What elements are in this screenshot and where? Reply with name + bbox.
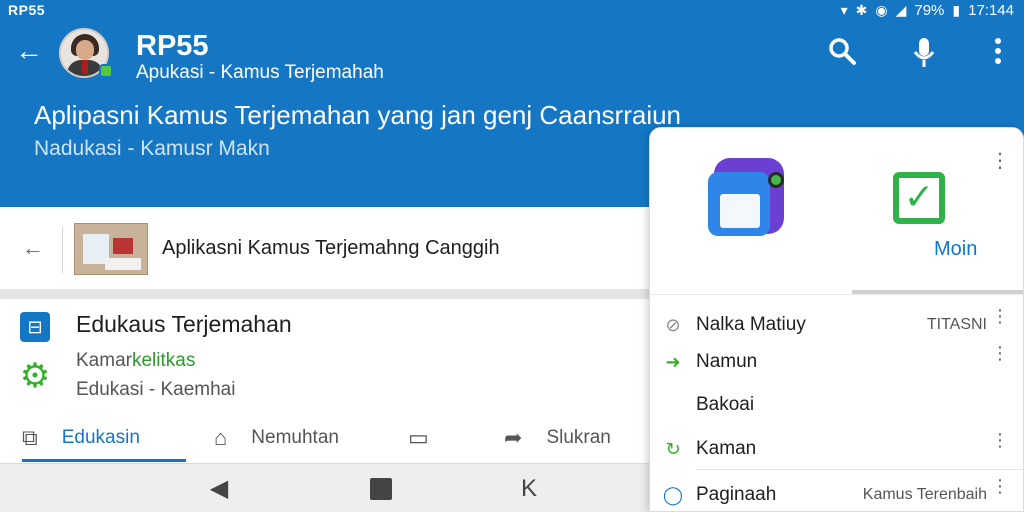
panel-row-value: Kamus Terenbaih	[862, 486, 987, 503]
panel-row[interactable]: ➜ Namun ⋮	[650, 343, 1023, 381]
arrow-icon: ➜	[665, 352, 681, 372]
back-arrow-icon[interactable]: ←	[12, 36, 46, 70]
panel-row-label: Bakoai	[696, 394, 755, 415]
list-line-1a: Kamar	[76, 350, 132, 371]
panel-row-value: TITASNI	[926, 316, 987, 333]
more-vert-icon[interactable]: ⋮	[991, 431, 1009, 449]
image-icon: ⧉	[22, 425, 38, 450]
tab-label: Nemuhtan	[251, 427, 339, 448]
panel-divider-line	[650, 294, 1023, 295]
check-app-icon[interactable]: ✓	[893, 172, 945, 224]
tab-nemuhtan[interactable]: ⌂ Nemuhtan	[214, 414, 339, 462]
list-line-1: Kamarkelitkas	[76, 350, 195, 372]
app-screen: RP55 ▾ ✱ ◉ ◢ 79% ▮ 17:144 ← RP55 Apukasi…	[0, 0, 1024, 512]
mail-app-icon[interactable]	[706, 158, 786, 242]
search-icon: ⊘	[665, 315, 681, 335]
microphone-icon[interactable]	[906, 36, 942, 72]
home-icon: ⌂	[214, 425, 228, 450]
tab-label: Edukasin	[61, 427, 140, 448]
wifi-icon: ▾	[840, 2, 848, 18]
list-title: Edukaus Terjemahan	[76, 311, 292, 337]
tab-bar: ⧉ Edukasin ⌂ Nemuhtan ▭ ➦ Slukran	[0, 414, 650, 462]
panel-row[interactable]: ↻ Kaman ⋮	[650, 430, 1023, 468]
header-headline: Aplipasni Kamus Terjemahan yang jan genj…	[34, 100, 682, 130]
bluetooth-icon: ✱	[855, 2, 868, 18]
panel-row[interactable]: Bakoai	[650, 386, 1023, 424]
search-icon[interactable]	[824, 36, 860, 72]
app-label: Moin	[934, 238, 978, 260]
section-divider	[0, 289, 650, 299]
divider	[696, 469, 1023, 470]
panel-row[interactable]: ⊘ Nalka Matiuy TITASNI ⋮	[650, 306, 1023, 344]
page-title: RP55	[136, 30, 209, 62]
panel-row-label: Nalka Matiuy	[696, 314, 806, 335]
panel-row[interactable]: ◯ Paginaah Kamus Terenbaih ⋮	[650, 476, 1023, 512]
online-status-icon	[99, 64, 113, 78]
panel-apps: ✓ Moin ⋮	[650, 128, 1023, 288]
comment-icon: ▭	[408, 425, 429, 450]
status-icons: ▾ ✱ ◉ ◢ 79% ▮ 17:144	[841, 2, 1014, 19]
panel-row-label: Kaman	[696, 438, 757, 459]
more-vert-icon[interactable]	[980, 36, 1016, 72]
more-vert-icon[interactable]: ⋮	[990, 151, 1010, 171]
back-arrow-icon[interactable]: ←	[22, 235, 44, 261]
tab-label: Slukran	[546, 427, 611, 448]
nav-recents-icon[interactable]: K	[514, 474, 544, 504]
tab-slukran[interactable]: ➦ Slukran	[504, 414, 611, 462]
panel-row-label: Paginaah	[696, 484, 777, 505]
list-line-1b: kelitkas	[131, 350, 196, 371]
divider	[62, 227, 63, 273]
nav-home-icon[interactable]	[370, 478, 392, 500]
status-bar: RP55 ▾ ✱ ◉ ◢ 79% ▮ 17:144	[0, 0, 1024, 22]
gear-icon[interactable]: ⚙	[18, 359, 52, 393]
more-vert-icon[interactable]: ⋮	[991, 477, 1009, 495]
header-subline: Nadukasi - Kamusr Makn	[34, 137, 270, 160]
tab-comment[interactable]: ▭	[408, 414, 453, 462]
refresh-icon: ↻	[665, 439, 681, 459]
popup-panel: ✓ Moin ⋮ ⊘ Nalka Matiuy TITASNI ⋮ ➜ Namu…	[649, 127, 1024, 512]
document-icon: ⊟	[20, 312, 50, 342]
more-vert-icon[interactable]: ⋮	[991, 344, 1009, 362]
tab-edukasi[interactable]: ⧉ Edukasin	[22, 414, 140, 462]
battery-icon: ▮	[952, 2, 961, 18]
panel-row-label: Namun	[696, 351, 758, 372]
circle-icon: ◯	[662, 485, 684, 505]
share-icon: ➦	[504, 425, 523, 450]
nav-back-icon[interactable]: ◀	[204, 474, 234, 504]
article-title: Aplikasni Kamus Terjemahng Canggih	[162, 237, 500, 259]
list-line-2: Edukasi - Kaemhai	[76, 379, 236, 400]
signal-icon: ◢	[895, 2, 907, 18]
system-nav-bar: ◀ K	[0, 463, 650, 512]
page-subtitle: Apukasi - Kamus Terjemahah	[136, 62, 384, 83]
content-list: ⊟ Edukaus Terjemahan ⚙ Kamarkelitkas Edu…	[0, 299, 650, 463]
status-left-text: RP55	[8, 2, 46, 18]
more-vert-icon[interactable]: ⋮	[991, 307, 1009, 325]
article-row[interactable]: ← Aplikasni Kamus Terjemahng Canggih	[0, 207, 650, 289]
clock: 17:144	[968, 2, 1014, 19]
article-thumbnail	[74, 223, 148, 275]
active-tab-indicator	[22, 459, 186, 462]
eye-icon: ◉	[875, 2, 888, 18]
battery-percent: 79%	[914, 2, 945, 19]
